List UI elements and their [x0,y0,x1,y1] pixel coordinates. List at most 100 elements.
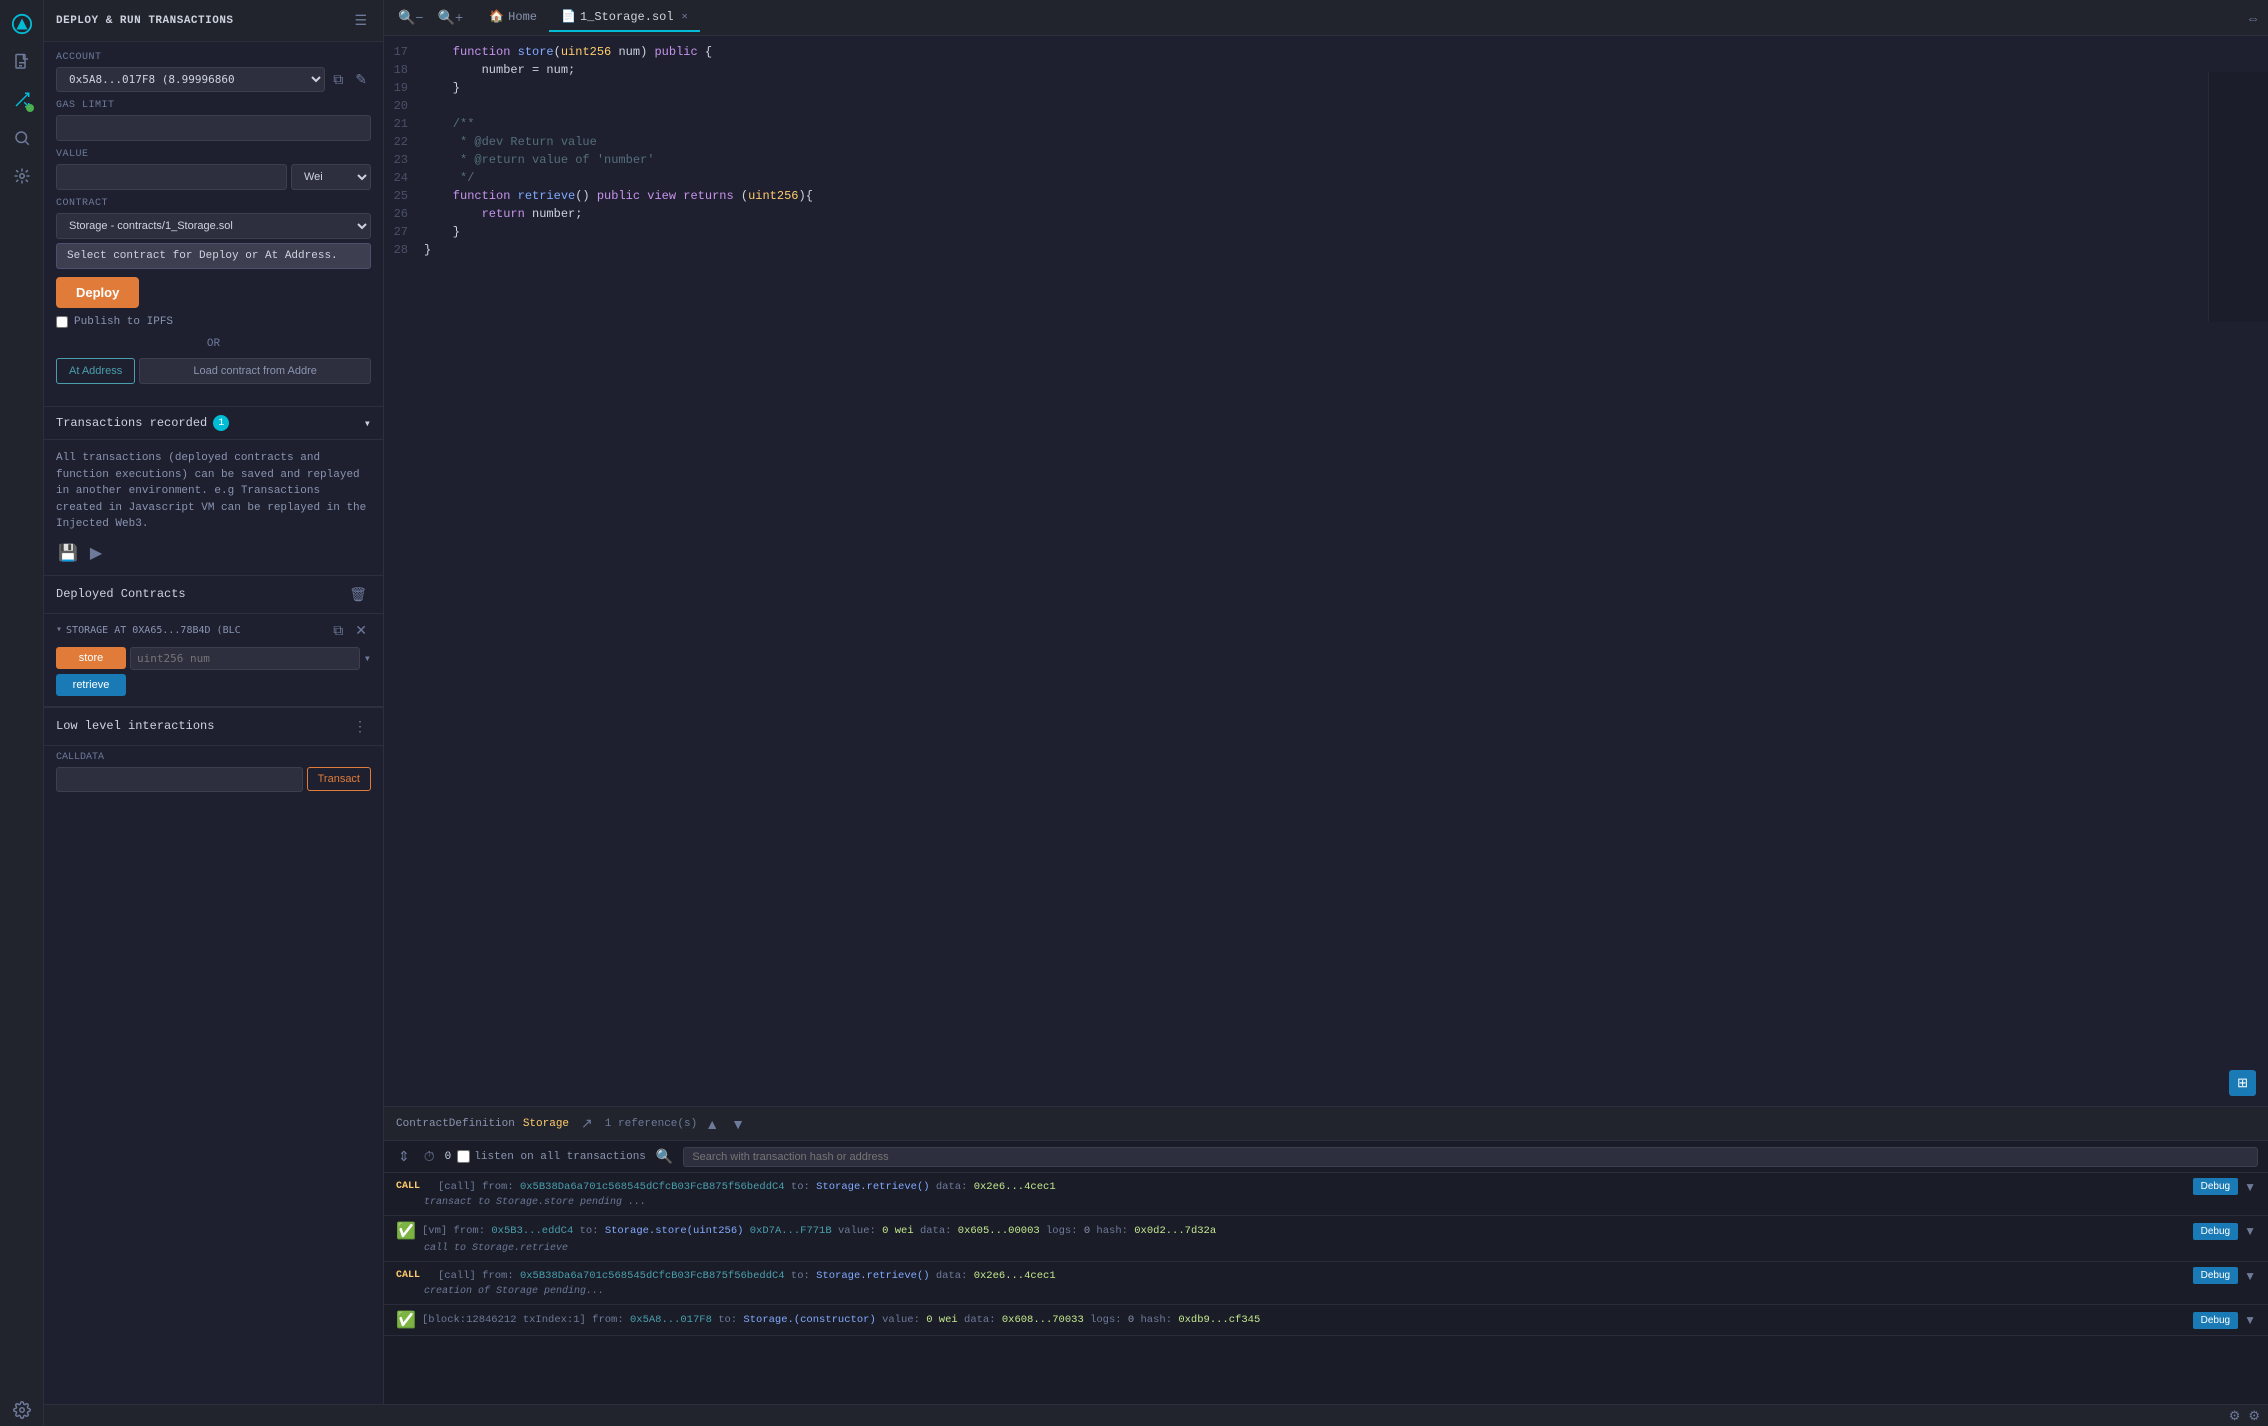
code-line-24: 24 */ [384,170,2268,188]
copy-contract-btn[interactable]: ⧉ [329,620,347,641]
tx-item-2-main: ✅ [vm] from: 0x5B3...eddC4 to: Storage.s… [396,1221,2256,1241]
listen-checkbox-label: listen on all transactions [457,1150,646,1163]
tx-4-debug-btn[interactable]: Debug [2193,1312,2238,1329]
tx-3-expand-btn[interactable]: ▼ [2244,1269,2256,1283]
overlay-btns: ⊞ [2229,1070,2256,1096]
tx-search-input[interactable] [683,1147,2258,1167]
sidebar-icon-logo[interactable] [6,8,38,40]
code-line-22: 22 * @dev Return value [384,134,2268,152]
tx-4-text: [block:12846212 txIndex:1] from: 0x5A8..… [422,1314,2187,1326]
tx-4-expand-btn[interactable]: ▼ [2244,1313,2256,1327]
status-plugin-btn[interactable]: ⚙ [2248,1408,2260,1424]
contract-select[interactable]: Storage - contracts/1_Storage.sol [56,213,371,239]
store-param-input[interactable] [130,647,360,670]
deploy-panel-title: DEPLOY & RUN TRANSACTIONS [56,15,234,27]
account-select[interactable]: 0x5A8...017F8 (8.99996860 [56,67,325,92]
transactions-chevron: ▾ [364,416,371,431]
at-address-row: At Address Load contract from Addre [56,358,371,384]
tx-1-debug-btn[interactable]: Debug [2193,1178,2238,1195]
publish-ipfs-checkbox[interactable] [56,316,68,328]
remove-contract-btn[interactable]: ✕ [351,620,371,641]
sidebar-icon-deploy[interactable] [6,84,38,116]
deploy-panel: DEPLOY & RUN TRANSACTIONS ☰ ACCOUNT 0x5A… [44,0,384,1426]
at-address-button[interactable]: At Address [56,358,135,384]
save-tx-btn[interactable]: 💾 [56,541,80,565]
play-tx-btn[interactable]: ▶ [88,541,104,565]
tx-item-1-main: CALL [call] from: 0x5B38Da6a701c568545dC… [396,1178,2256,1195]
tx-3-debug-btn[interactable]: Debug [2193,1267,2238,1284]
ref-up-btn[interactable]: ▲ [701,1114,723,1134]
code-line-28: 28 } [384,242,2268,260]
transact-button[interactable]: Transact [307,767,371,791]
retrieve-function-btn[interactable]: retrieve [56,674,126,696]
ref-count: 1 reference(s) ▲ ▼ [605,1114,749,1134]
tx-4-badge: ✅ [396,1310,416,1330]
calldata-row: Transact [44,767,383,802]
tx-item-4-main: ✅ [block:12846212 txIndex:1] from: 0x5A8… [396,1310,2256,1330]
zoom-in-btn[interactable]: 🔍+ [432,7,470,28]
deploy-button[interactable]: Deploy [56,277,139,308]
sidebar-icon-files[interactable] [6,46,38,78]
contract-def-share-btn[interactable]: ↗ [577,1113,597,1134]
contract-def-type: ContractDefinition [396,1118,515,1130]
tx-item-4: ✅ [block:12846212 txIndex:1] from: 0x5A8… [384,1305,2268,1336]
tx-item-3-main: CALL [call] from: 0x5B38Da6a701c568545dC… [396,1267,2256,1284]
low-level-title: Low level interactions [56,719,214,733]
listen-checkbox-input[interactable] [457,1150,470,1163]
store-function-btn[interactable]: store [56,647,126,669]
copy-account-btn[interactable]: ⧉ [329,69,347,90]
status-settings-btn[interactable]: ⚙ [2229,1408,2241,1424]
code-line-19: 19 } [384,80,2268,98]
clear-contracts-btn[interactable]: 🗑 [345,584,371,605]
tx-3-text: [call] from: 0x5B38Da6a701c568545dCfcB03… [438,1270,2187,1282]
retrieve-function-row: retrieve [56,674,371,696]
contract-def-bar: ContractDefinition Storage ↗ 1 reference… [384,1107,2268,1141]
storage-tab-icon: 📄 [561,9,576,24]
tx-actions: 💾 ▶ [56,541,371,565]
storage-tab-close[interactable]: ✕ [682,11,688,23]
gas-limit-input[interactable]: 3000000 [56,115,371,141]
search-icon-btn[interactable]: 🔍 [652,1146,677,1167]
unit-select[interactable]: WeiGweiFinneyEther [291,164,371,190]
storage-tab-label: 1_Storage.sol [580,10,674,24]
main-area: 🔍− 🔍+ 🏠 Home 📄 1_Storage.sol ✕ ⇔ 17 func… [384,0,2268,1426]
sidebar-icon-settings[interactable] [6,1394,38,1426]
account-row: 0x5A8...017F8 (8.99996860 ⧉ ✎ [56,67,371,92]
value-label: VALUE [56,149,371,160]
transactions-section-header[interactable]: Transactions recorded 1 ▾ [44,406,383,440]
overlay-monitor-btn[interactable]: ⊞ [2229,1070,2256,1096]
tab-bar: 🔍− 🔍+ 🏠 Home 📄 1_Storage.sol ✕ ⇔ [384,0,2268,36]
tx-1-expand-btn[interactable]: ▼ [2244,1180,2256,1194]
code-minimap [2208,72,2268,322]
zoom-out-btn[interactable]: 🔍− [392,7,430,28]
code-line-21: 21 /** [384,116,2268,134]
or-divider: OR [56,338,371,350]
filter-scroll-btn[interactable]: ⇕ [394,1146,414,1167]
ref-down-btn[interactable]: ▼ [727,1114,749,1134]
filter-time-btn[interactable]: ⏱ [420,1146,439,1167]
calldata-input[interactable] [56,767,303,792]
load-contract-button[interactable]: Load contract from Addre [139,358,371,384]
low-level-menu-btn[interactable]: ⋮ [349,716,371,737]
tooltip-box: Select contract for Deploy or At Address… [56,243,371,269]
sidebar-icon-search[interactable] [6,122,38,154]
edit-account-btn[interactable]: ✎ [351,69,371,90]
tx-2-expand-btn[interactable]: ▼ [2244,1224,2256,1238]
tooltip-text: Select contract for Deploy or At Address… [67,250,338,262]
value-input[interactable]: 0 [56,164,287,190]
tab-home[interactable]: 🏠 Home [477,3,549,32]
code-line-26: 26 return number; [384,206,2268,224]
tx-2-debug-btn[interactable]: Debug [2193,1223,2238,1240]
sidebar-icon-plugin[interactable] [6,160,38,192]
expand-editor-btn[interactable]: ⇔ [2246,10,2260,26]
deploy-panel-menu-btn[interactable]: ☰ [350,10,371,31]
code-area: 17 function store(uint256 num) public { … [384,36,2268,268]
contract-row: Storage - contracts/1_Storage.sol [56,213,371,239]
low-level-header: Low level interactions ⋮ [44,707,383,746]
tx-3-badge: CALL [396,1270,432,1281]
code-wrapper: 17 function store(uint256 num) public { … [384,36,2268,1106]
transactions-body: All transactions (deployed contracts and… [44,440,383,576]
store-expand-icon[interactable]: ▾ [364,651,371,666]
transactions-badge: 1 [213,415,229,431]
tab-storage[interactable]: 📄 1_Storage.sol ✕ [549,3,700,32]
